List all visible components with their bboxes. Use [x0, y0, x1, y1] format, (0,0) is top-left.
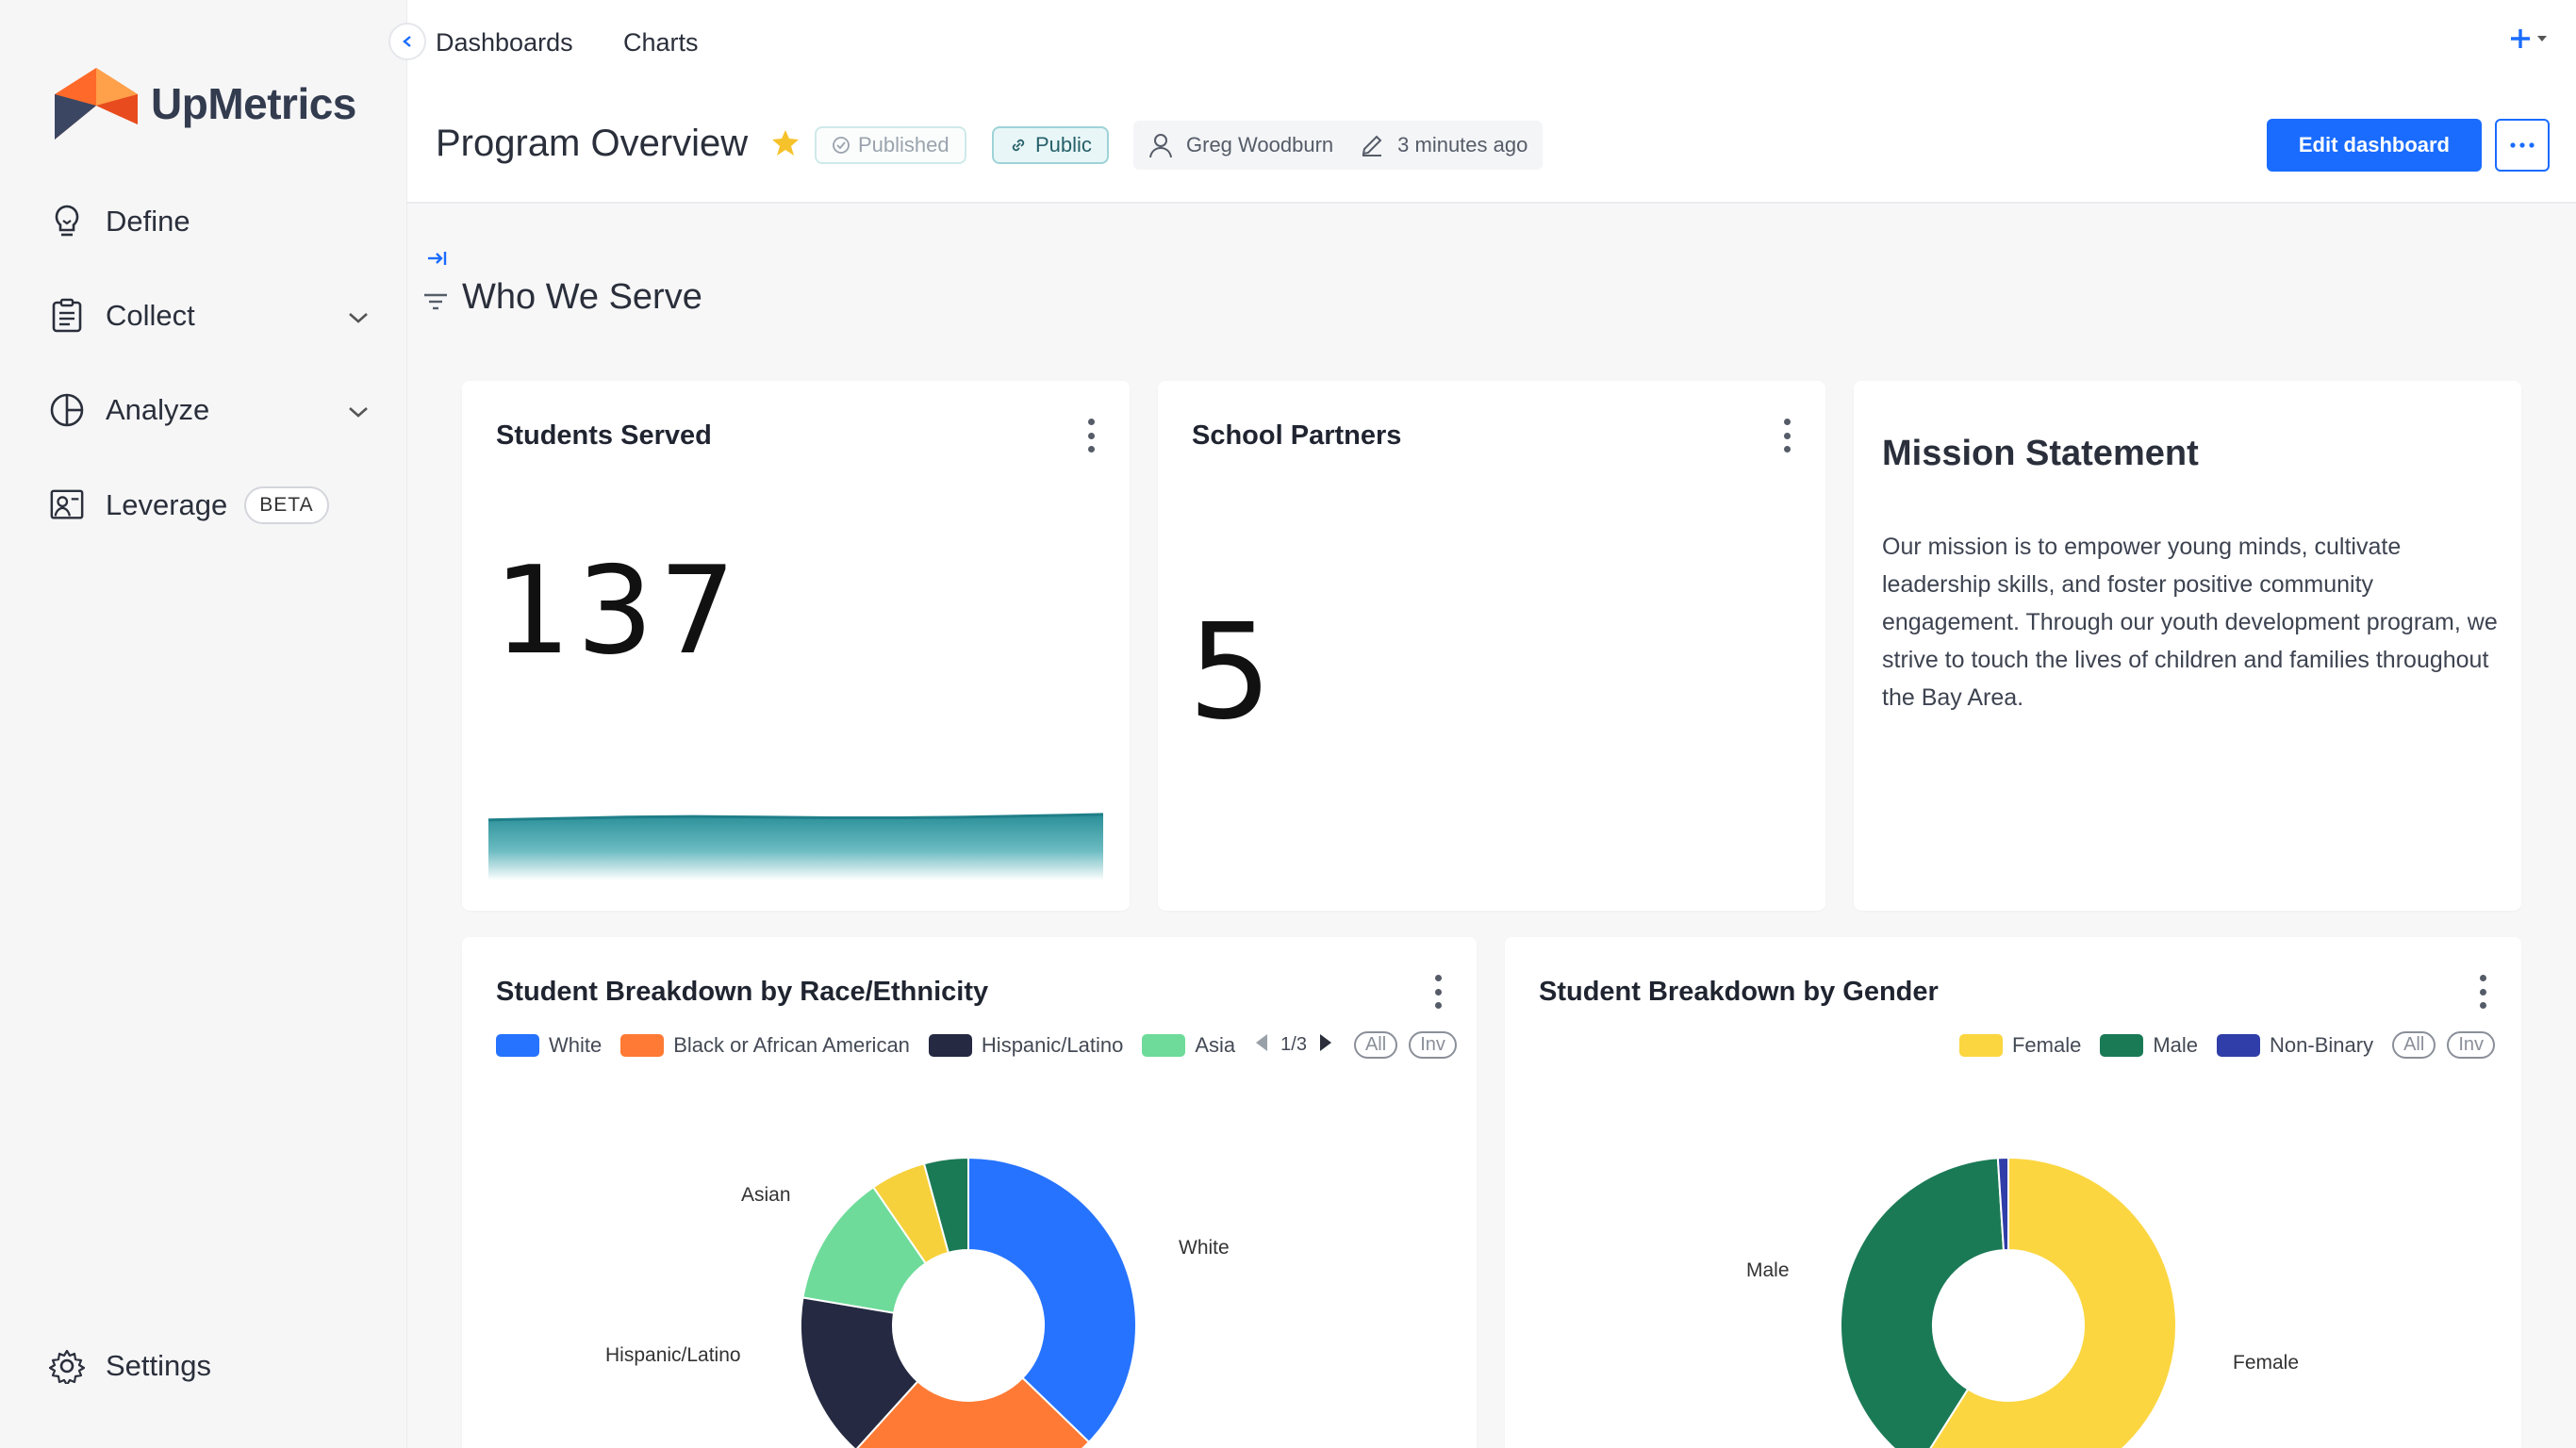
section-title: Who We Serve — [462, 277, 702, 317]
more-options-button[interactable] — [2495, 119, 2550, 172]
slice-label-female: Female — [2233, 1352, 2300, 1374]
pie-chart-icon — [49, 392, 85, 428]
beta-badge: BETA — [244, 486, 329, 524]
school-partners-card: School Partners 5 — [1158, 381, 1825, 911]
last-edited: 3 minutes ago — [1397, 133, 1528, 156]
sidebar-item-label: Leverage — [106, 488, 228, 521]
slice-label-white: White — [1179, 1237, 1230, 1259]
card-menu-button[interactable] — [1782, 419, 1792, 452]
gender-card: Student Breakdown by Gender Female Male … — [1505, 937, 2521, 1448]
user-icon — [1149, 134, 1172, 158]
metric-value: 5 — [1188, 596, 1273, 749]
sparkline-area — [488, 814, 1103, 880]
edit-dashboard-button[interactable]: Edit dashboard — [2266, 119, 2482, 172]
sidebar-item-settings[interactable]: Settings — [49, 1348, 370, 1384]
race-ethnicity-card: Student Breakdown by Race/Ethnicity Whit… — [462, 937, 1477, 1448]
breadcrumb-dashboards[interactable]: Dashboards — [436, 28, 573, 58]
dashboard-header: Program Overview Published Public Greg W… — [407, 90, 2576, 204]
brand-name: UpMetrics — [151, 79, 356, 128]
metric-value: 137 — [494, 541, 742, 682]
brand-logo[interactable]: UpMetrics — [55, 68, 356, 140]
check-circle-icon — [833, 137, 850, 154]
race-donut-chart — [800, 1156, 1137, 1448]
gear-icon — [49, 1348, 85, 1384]
link-icon — [1012, 139, 1025, 152]
sidebar: UpMetrics Define Collect Analyze Leverag… — [0, 0, 407, 1448]
slice-label-hispanic: Hispanic/Latino — [605, 1344, 741, 1366]
caret-down-icon — [2537, 36, 2547, 41]
gender-donut-chart — [1840, 1156, 2177, 1448]
sidebar-item-label: Define — [106, 205, 190, 238]
students-served-card: Students Served 137 — [462, 381, 1130, 911]
plus-icon — [2511, 29, 2530, 48]
card-menu-button[interactable] — [1086, 419, 1096, 452]
slice-label-asian: Asian — [741, 1184, 791, 1206]
expand-panel-icon[interactable] — [426, 249, 449, 272]
card-title: Mission Statement — [1882, 434, 2199, 473]
section-controls — [422, 249, 449, 317]
slice-label-male: Male — [1746, 1259, 1790, 1281]
students-trend-chart — [488, 813, 1103, 880]
mission-text: Our mission is to empower young minds, c… — [1882, 534, 2498, 711]
page-title: Program Overview — [436, 123, 749, 164]
sidebar-item-leverage[interactable]: Leverage BETA — [49, 486, 370, 524]
ellipsis-icon — [2510, 142, 2535, 148]
pencil-icon — [1362, 135, 1382, 156]
dashboard-meta: Greg Woodburn 3 minutes ago — [1133, 121, 1544, 170]
sidebar-item-collect[interactable]: Collect — [49, 298, 370, 334]
sidebar-item-define[interactable]: Define — [49, 204, 370, 239]
sidebar-item-analyze[interactable]: Analyze — [49, 392, 370, 428]
sidebar-item-label: Settings — [106, 1349, 212, 1382]
chevron-left-icon — [403, 36, 411, 47]
sidebar-item-label: Analyze — [106, 393, 210, 426]
mission-statement-card: Mission Statement Our mission is to empo… — [1854, 381, 2521, 911]
breadcrumb-charts[interactable]: Charts — [623, 28, 699, 58]
add-menu-button[interactable] — [2508, 26, 2548, 51]
filter-icon[interactable] — [422, 291, 449, 317]
lightbulb-icon — [49, 204, 85, 239]
top-bar: Dashboards Charts — [407, 0, 2576, 90]
card-title: School Partners — [1192, 420, 1402, 451]
sidebar-item-label: Collect — [106, 299, 195, 332]
presentation-icon — [49, 487, 85, 523]
chevron-down-icon[interactable] — [347, 393, 370, 427]
favorite-star-icon[interactable] — [771, 128, 800, 161]
chevron-down-icon[interactable] — [347, 299, 370, 333]
author-name: Greg Woodburn — [1186, 133, 1334, 156]
card-title: Students Served — [496, 420, 712, 451]
clipboard-icon — [49, 298, 85, 334]
collapse-sidebar-button[interactable] — [388, 23, 426, 60]
status-badge-public[interactable]: Public — [992, 126, 1109, 164]
status-badge-published[interactable]: Published — [815, 126, 966, 164]
upmetrics-logo-icon — [55, 68, 138, 140]
